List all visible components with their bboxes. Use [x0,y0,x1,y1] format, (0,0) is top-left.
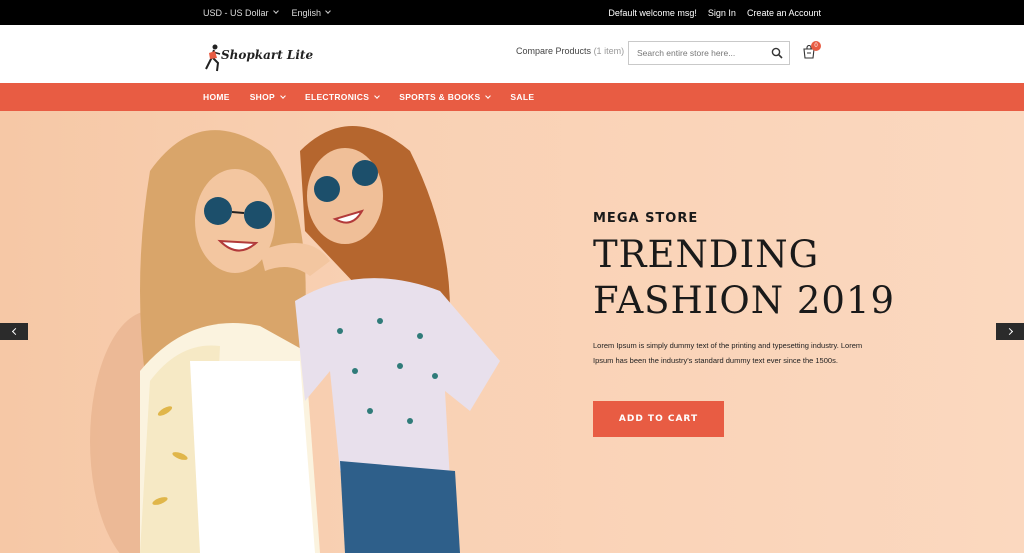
chevron-down-icon [325,8,331,14]
nav-item-sale[interactable]: SALE [510,92,534,102]
slider-prev-button[interactable] [0,323,28,340]
compare-label: Compare Products [516,46,592,56]
hero-description: Lorem Ipsum is simply dummy text of the … [593,341,863,365]
logo[interactable]: Shopkart Lite [203,43,313,73]
cart-count-badge: 0 [811,41,821,51]
nav-item-home[interactable]: HOME [203,92,230,102]
hero-headline-line2: FASHION 2019 [593,279,896,322]
nav-item-label: SALE [510,92,535,102]
nav-item-shop[interactable]: SHOP [249,92,286,102]
hero-kicker: MEGA STORE [593,211,699,226]
main-nav: HOME SHOP ELECTRONICS SPORTS & BOOKS SAL… [0,83,1024,111]
nav-item-label: ELECTRONICS [305,92,370,102]
nav-item-electronics[interactable]: ELECTRONICS [305,92,381,102]
sign-in-link[interactable]: Sign In [708,8,736,18]
chevron-down-icon [280,92,286,99]
top-bar-switchers: USD - US Dollar English [203,0,331,25]
search-input[interactable] [629,42,765,64]
chevron-down-icon [485,92,492,99]
hero-banner: MEGA STORE TRENDING FASHION 2019 Lorem I… [0,111,1024,553]
slider-next-button[interactable] [996,323,1024,340]
chevron-left-icon [11,327,19,336]
currency-label: USD - US Dollar [203,7,269,18]
welcome-message: Default welcome msg! [608,7,697,18]
hero-image [90,126,500,553]
hero-headline-line1: TRENDING [593,233,820,276]
chevron-right-icon [1005,327,1013,336]
hero-headline: TRENDING FASHION 2019 [593,232,896,324]
create-account-link[interactable]: Create an Account [747,8,821,18]
chevron-down-icon [374,92,381,99]
nav-item-sports-books[interactable]: SPORTS & BOOKS [399,92,492,102]
nav-item-label: SPORTS & BOOKS [399,92,481,102]
add-to-cart-button[interactable]: ADD TO CART [593,401,724,437]
nav-list: HOME SHOP ELECTRONICS SPORTS & BOOKS SAL… [203,83,554,111]
language-label: English [291,7,322,18]
search-box [628,41,790,65]
nav-item-label: HOME [203,92,230,102]
currency-switcher[interactable]: USD - US Dollar [203,7,279,18]
top-bar: USD - US Dollar English Default welcome … [0,0,1024,25]
language-switcher[interactable]: English [292,8,331,18]
logo-text: Shopkart Lite [221,48,314,62]
search-icon[interactable] [771,47,783,59]
hero-text-block: MEGA STORE TRENDING FASHION 2019 Lorem I… [593,211,896,368]
site-header: Shopkart Lite Compare Products (1 item) … [0,25,1024,83]
compare-count: (1 item) [593,46,625,56]
chevron-down-icon [272,8,279,14]
nav-item-label: SHOP [249,92,275,102]
compare-products-link[interactable]: Compare Products (1 item) [516,46,624,56]
top-bar-links: Default welcome msg! Sign In Create an A… [608,0,821,25]
